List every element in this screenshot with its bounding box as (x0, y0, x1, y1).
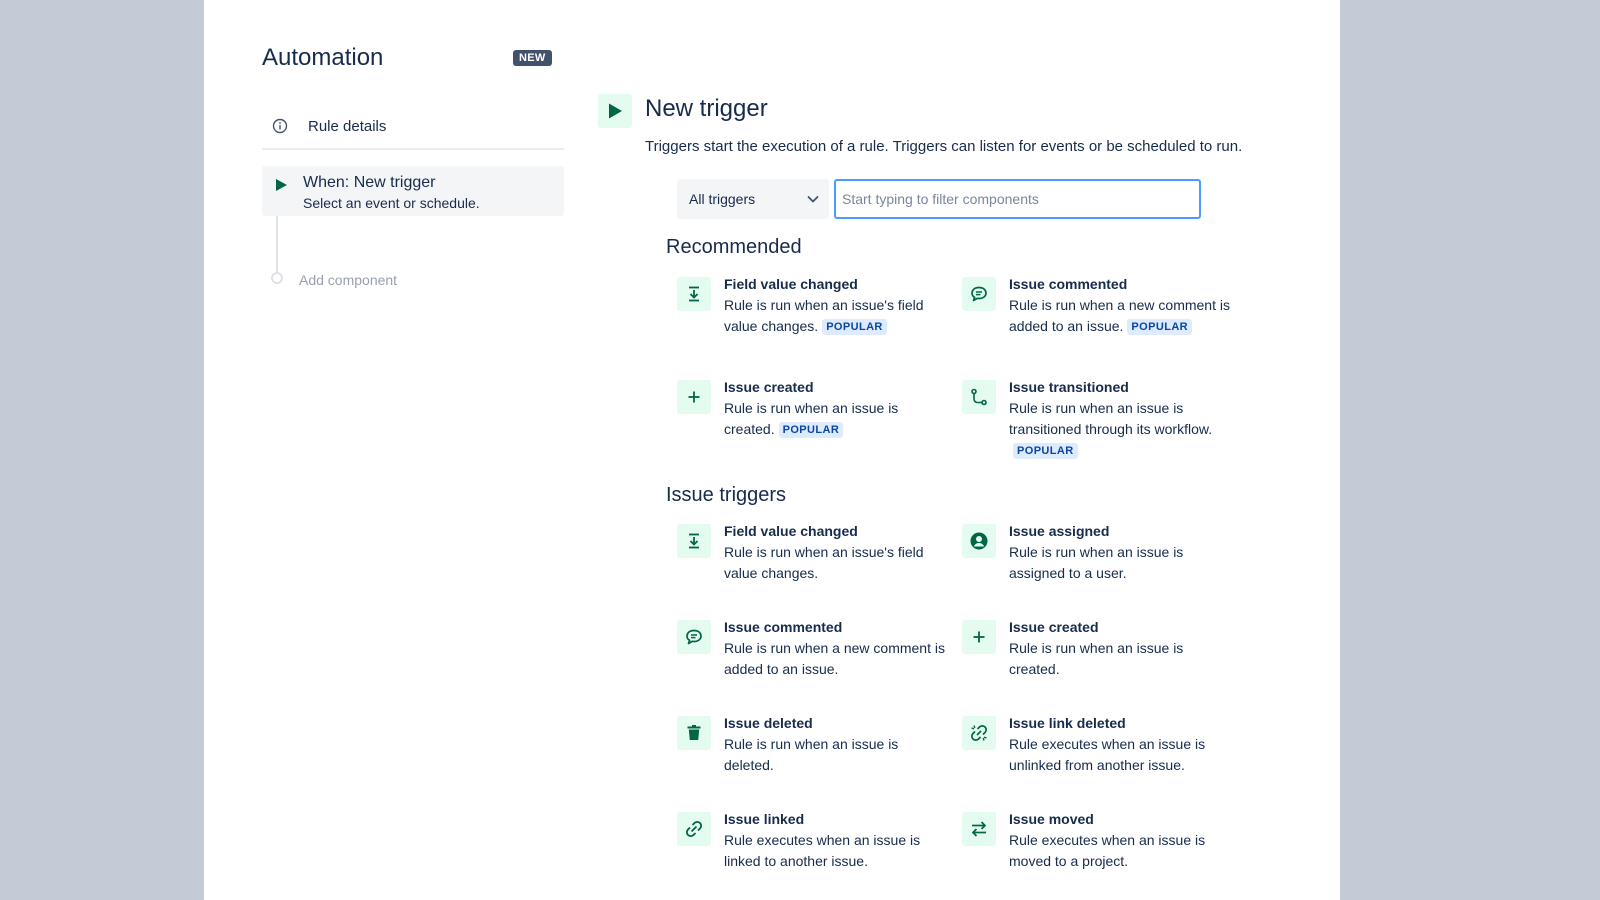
trigger-name: Issue transitioned (1009, 379, 1129, 395)
trigger-description: Rule is run when an issue is assigned to… (1009, 544, 1184, 581)
trigger-type-value: All triggers (689, 191, 756, 207)
chevron-down-icon (805, 191, 821, 210)
user-icon (962, 524, 996, 558)
trigger-name: Issue commented (1009, 276, 1128, 292)
trigger-type-select[interactable]: All triggers (677, 179, 829, 219)
trigger-description: Rule executes when an issue is linked to… (724, 832, 921, 869)
trigger-name: Issue link deleted (1009, 715, 1126, 731)
add-component-button[interactable]: Add component (299, 272, 397, 288)
move-icon (962, 812, 996, 846)
new-badge: NEW (513, 50, 552, 66)
trigger-description: Rule is run when a new comment is added … (1009, 297, 1230, 334)
transition-icon (962, 380, 996, 414)
trigger-description: Rule is run when an issue's field value … (724, 544, 924, 581)
popular-badge: POPULAR (1013, 443, 1078, 459)
page-title: New trigger (645, 95, 768, 122)
add-component-dot (271, 272, 283, 284)
comment-icon (677, 620, 711, 654)
plus-icon (677, 380, 711, 414)
trigger-name: Issue deleted (724, 715, 813, 731)
unlink-icon (962, 716, 996, 750)
field-change-icon (677, 277, 711, 311)
trash-icon (677, 716, 711, 750)
issue-triggers-heading: Issue triggers (666, 484, 787, 506)
trigger-name: Issue moved (1009, 811, 1094, 827)
play-icon (274, 178, 288, 197)
play-icon (598, 94, 632, 128)
trigger-description: Rule executes when an issue is unlinked … (1009, 736, 1206, 773)
rule-details-item[interactable]: Rule details (262, 104, 564, 150)
trigger-name: Issue assigned (1009, 523, 1110, 539)
popular-badge: POPULAR (778, 422, 844, 438)
rule-details-label: Rule details (308, 117, 387, 135)
step-connector (276, 216, 278, 272)
page-description: Triggers start the execution of a rule. … (645, 138, 1243, 155)
popular-badge: POPULAR (822, 319, 887, 335)
trigger-name: Issue created (724, 379, 814, 395)
trigger-step-item[interactable]: When: New trigger Select an event or sch… (262, 166, 564, 216)
trigger-description: Rule is run when an issue is created. (1009, 640, 1184, 677)
trigger-description: Rule is run when an issue is deleted. (724, 736, 899, 773)
field-change-icon (677, 524, 711, 558)
plus-icon (962, 620, 996, 654)
trigger-name: Field value changed (724, 276, 858, 292)
trigger-step-subtitle: Select an event or schedule. (303, 195, 480, 211)
trigger-name: Issue created (1009, 619, 1099, 635)
trigger-step-title: When: New trigger (303, 174, 436, 191)
trigger-description: Rule is run when a new comment is added … (724, 640, 945, 677)
trigger-name: Field value changed (724, 523, 858, 539)
trigger-name: Issue commented (724, 619, 843, 635)
popular-badge: POPULAR (1127, 319, 1193, 335)
filter-components-input[interactable] (834, 179, 1201, 219)
info-icon (272, 118, 296, 134)
app-title: Automation (262, 44, 384, 71)
automation-panel: Automation NEW Rule details When: New tr… (204, 0, 1340, 900)
link-icon (677, 812, 711, 846)
recommended-heading: Recommended (666, 236, 802, 258)
trigger-name: Issue linked (724, 811, 805, 827)
trigger-description: Rule is run when an issue is transitione… (1009, 400, 1213, 437)
comment-icon (962, 277, 996, 311)
trigger-description: Rule executes when an issue is moved to … (1009, 832, 1206, 869)
